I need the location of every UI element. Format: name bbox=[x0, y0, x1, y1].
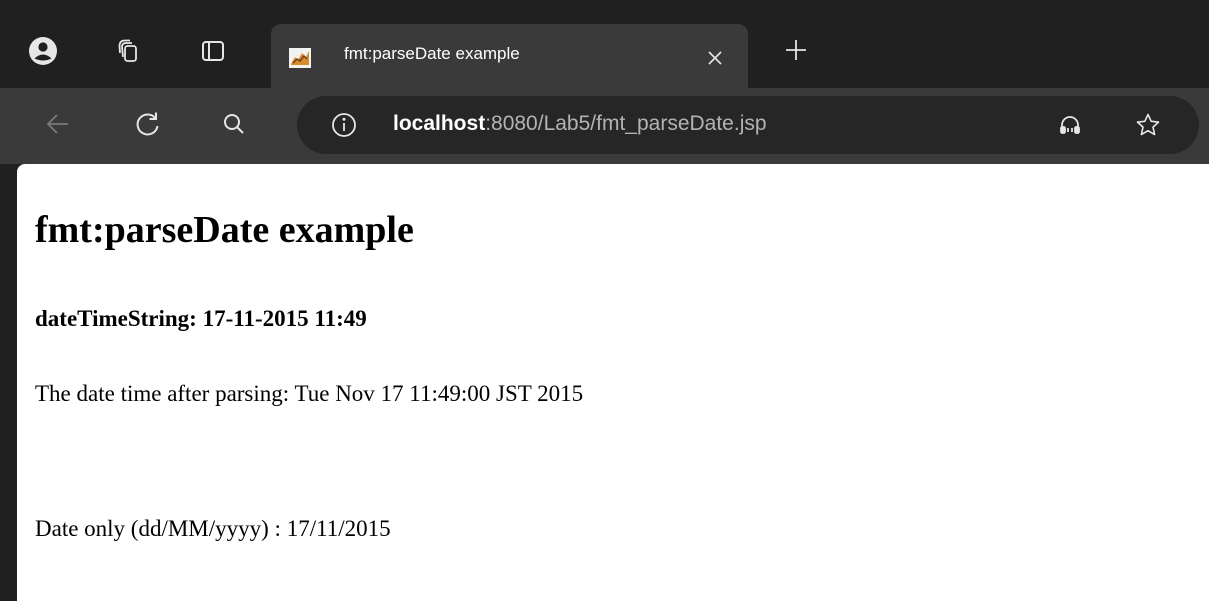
back-arrow-icon[interactable] bbox=[42, 108, 74, 140]
tomcat-favicon bbox=[289, 48, 311, 68]
browser-window: fmt:parseDate example localhost:8080/Lab… bbox=[0, 0, 1209, 601]
headphones-icon[interactable] bbox=[1055, 110, 1085, 140]
tab-active[interactable]: fmt:parseDate example bbox=[271, 24, 748, 88]
star-icon[interactable] bbox=[1133, 110, 1163, 140]
tab-actions-icon[interactable] bbox=[198, 36, 228, 66]
toolbar: localhost:8080/Lab5/fmt_parseDate.jsp bbox=[0, 88, 1209, 164]
url-path: :8080/Lab5/fmt_parseDate.jsp bbox=[485, 112, 767, 135]
plus-icon bbox=[786, 40, 806, 60]
tab-strip: fmt:parseDate example bbox=[0, 0, 1209, 88]
new-tab-button[interactable] bbox=[780, 34, 812, 66]
workspaces-icon[interactable] bbox=[114, 36, 144, 66]
tab-title: fmt:parseDate example bbox=[344, 44, 520, 63]
page-viewport: fmt:parseDate example dateTimeString: 17… bbox=[17, 164, 1209, 601]
profile-icon[interactable] bbox=[28, 36, 58, 66]
page-title: fmt:parseDate example bbox=[35, 209, 414, 251]
address-bar[interactable]: localhost:8080/Lab5/fmt_parseDate.jsp bbox=[297, 96, 1199, 154]
url-text[interactable]: localhost:8080/Lab5/fmt_parseDate.jsp bbox=[393, 112, 767, 136]
close-icon[interactable] bbox=[703, 46, 727, 70]
info-icon[interactable] bbox=[329, 110, 359, 140]
parsed-date-text: The date time after parsing: Tue Nov 17 … bbox=[35, 381, 584, 406]
url-host: localhost bbox=[393, 112, 486, 135]
date-time-string-heading: dateTimeString: 17-11-2015 11:49 bbox=[35, 306, 367, 331]
date-only-text: Date only (dd/MM/yyyy) : 17/11/2015 bbox=[35, 516, 391, 541]
search-icon[interactable] bbox=[218, 108, 250, 140]
refresh-icon[interactable] bbox=[132, 108, 164, 140]
